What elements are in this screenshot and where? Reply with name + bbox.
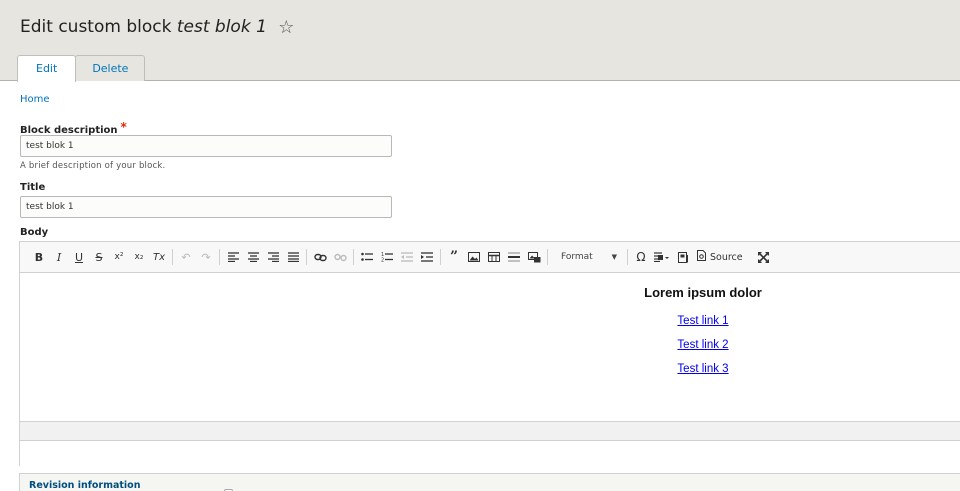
image-button[interactable] — [464, 247, 484, 267]
toolbar-separator — [627, 249, 628, 265]
redo-button[interactable]: ↷ — [196, 247, 216, 267]
body-label: Body — [20, 227, 49, 238]
strikethrough-button[interactable]: S — [89, 247, 109, 267]
title-label: Title — [20, 182, 46, 193]
source-button[interactable]: Source — [693, 247, 747, 267]
underline-button[interactable]: U — [69, 247, 89, 267]
template-icon — [677, 251, 688, 263]
table-button[interactable] — [484, 247, 504, 267]
quote-icon: ” — [449, 249, 459, 265]
blockquote-button[interactable]: ” — [444, 247, 464, 267]
source-icon — [697, 250, 706, 264]
justify-icon — [287, 252, 299, 262]
format-dropdown[interactable]: Format ▼ — [555, 247, 620, 267]
required-marker: * — [120, 120, 127, 134]
indent-button[interactable] — [417, 247, 437, 267]
toolbar-separator — [306, 249, 307, 265]
justify-button[interactable] — [283, 247, 303, 267]
page-header: Edit custom block test blok 1 ☆ Edit Del… — [0, 0, 960, 82]
page-title: Edit custom block test blok 1 ☆ — [20, 17, 294, 38]
align-right-icon — [267, 252, 279, 262]
tab-edit[interactable]: Edit — [17, 55, 77, 82]
align-left-icon — [227, 252, 239, 262]
toolbar-separator — [750, 249, 751, 265]
numbered-list-icon: 12 — [381, 252, 393, 262]
chevron-down-icon: ▼ — [611, 253, 617, 261]
link-button[interactable] — [310, 247, 330, 267]
unlink-icon — [333, 253, 347, 261]
align-left-button[interactable] — [223, 247, 243, 267]
outdent-icon — [401, 252, 413, 262]
tab-delete[interactable]: Delete — [75, 55, 146, 81]
bulleted-list-icon — [361, 252, 373, 261]
remove-format-button[interactable]: Tx — [149, 247, 169, 267]
tabs: Edit Delete — [17, 55, 146, 82]
content-link[interactable]: Test link 3 — [633, 363, 773, 375]
align-center-icon — [247, 252, 259, 262]
body-editor: B I U S x² x₂ Tx ↶ ↷ 1 2 ” Format ▼ Ω So… — [19, 241, 960, 466]
page-title-prefix: Edit custom block — [20, 17, 172, 37]
bulleted-list-button[interactable] — [357, 247, 377, 267]
special-character-button[interactable]: Ω — [631, 247, 651, 267]
bold-button[interactable]: B — [29, 247, 49, 267]
language-icon — [654, 252, 669, 262]
outdent-button[interactable] — [397, 247, 417, 267]
align-right-button[interactable] — [263, 247, 283, 267]
editor-status-bar — [20, 421, 960, 441]
maximize-icon — [758, 251, 770, 263]
indent-icon — [421, 252, 433, 262]
content-heading: Lorem ipsum dolor — [644, 285, 762, 300]
content-link[interactable]: Test link 1 — [633, 315, 773, 327]
block-description-label: Block description * — [20, 120, 127, 136]
image-icon — [468, 252, 480, 262]
maximize-button[interactable] — [754, 247, 774, 267]
toolbar-separator — [547, 249, 548, 265]
revision-information-panel[interactable]: Revision information — [19, 473, 960, 491]
subscript-button[interactable]: x₂ — [129, 247, 149, 267]
italic-button[interactable]: I — [49, 247, 69, 267]
editor-content-area[interactable]: Lorem ipsum dolor Test link 1 Test link … — [20, 273, 960, 421]
block-description-help: A brief description of your block. — [20, 161, 166, 171]
revision-information-label[interactable]: Revision information — [29, 480, 140, 491]
link-icon — [313, 253, 327, 261]
title-input[interactable] — [20, 196, 392, 218]
editor-toolbar: B I U S x² x₂ Tx ↶ ↷ 1 2 ” Format ▼ Ω So… — [20, 242, 960, 273]
toolbar-separator — [440, 249, 441, 265]
language-button[interactable] — [651, 247, 673, 267]
undo-button[interactable]: ↶ — [176, 247, 196, 267]
align-center-button[interactable] — [243, 247, 263, 267]
numbered-list-button[interactable]: 12 — [377, 247, 397, 267]
template-button[interactable] — [673, 247, 693, 267]
text-format-row — [20, 441, 960, 466]
star-icon[interactable]: ☆ — [278, 17, 294, 38]
media-embed-button[interactable] — [524, 247, 544, 267]
unlink-button[interactable] — [330, 247, 350, 267]
horizontal-line-button[interactable] — [504, 247, 524, 267]
superscript-button[interactable]: x² — [109, 247, 129, 267]
format-dropdown-label: Format — [561, 252, 593, 262]
source-label: Source — [710, 251, 743, 263]
svg-text:2: 2 — [381, 258, 384, 263]
toolbar-separator — [172, 249, 173, 265]
toolbar-separator — [219, 249, 220, 265]
horizontal-line-icon — [508, 252, 520, 262]
toolbar-separator — [353, 249, 354, 265]
media-embed-icon — [527, 251, 540, 262]
block-description-input[interactable] — [20, 135, 392, 157]
table-icon — [488, 252, 500, 262]
page-title-entity: test blok 1 — [176, 17, 267, 37]
breadcrumb-home-link[interactable]: Home — [20, 94, 50, 105]
content-link[interactable]: Test link 2 — [633, 339, 773, 351]
